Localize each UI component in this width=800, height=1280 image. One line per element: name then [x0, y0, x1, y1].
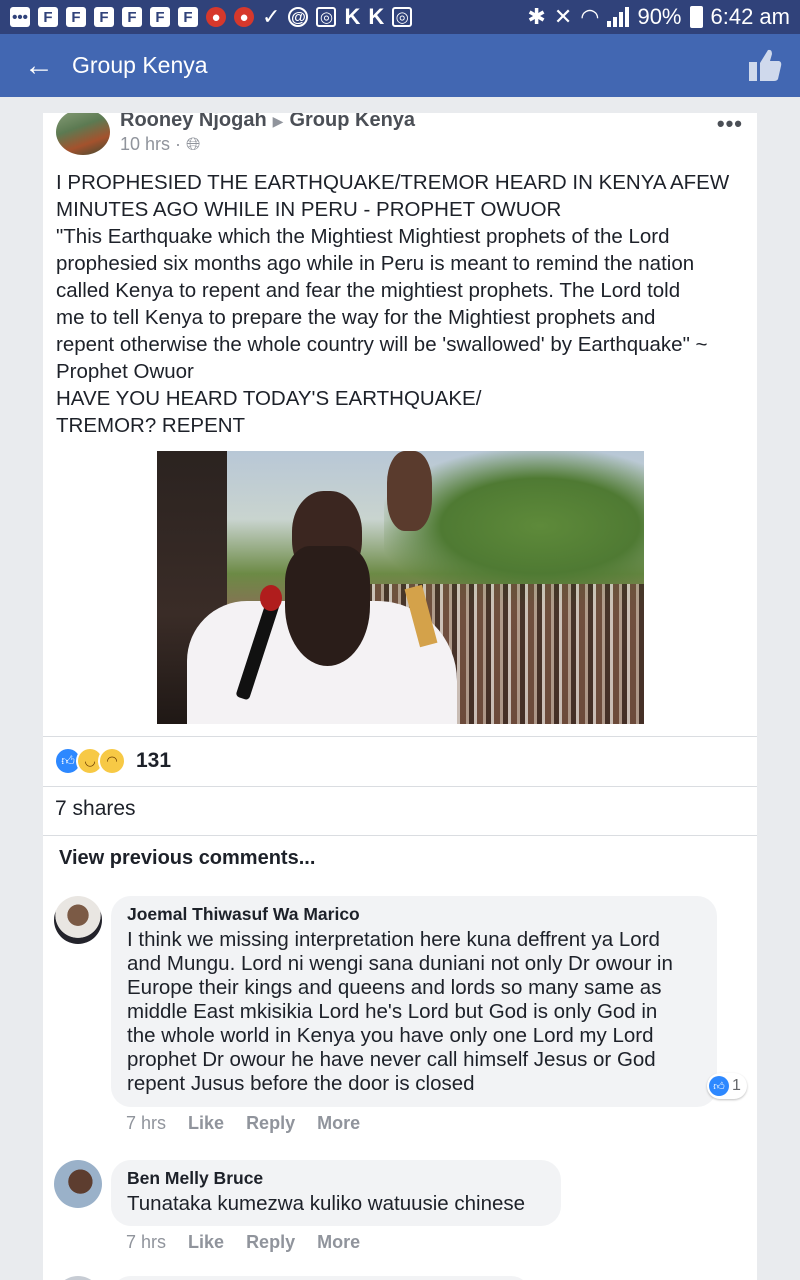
post-line: repent otherwise the whole country will … — [56, 333, 708, 356]
comment-line: the whole world in Kenya you have only o… — [127, 1024, 654, 1047]
triangle-right-icon: ▶ — [272, 113, 284, 129]
post-time[interactable]: 10 hrs · — [120, 134, 186, 154]
status-bar: ••• F F F F F F ● ● ✓ @ ◎ K K ◎ ✱ ✕ ◠ 90… — [0, 0, 800, 34]
comment-bubble: Joemal Thiwasuf Wa Marico I think we mis… — [111, 896, 717, 1107]
sad-reaction-icon: ◠ — [98, 747, 126, 775]
reaction-count: 131 — [136, 749, 172, 772]
comment-time: 7 hrs — [126, 1113, 167, 1133]
like-reaction-icon: 👍︎ — [709, 1076, 729, 1096]
view-previous-comments-link[interactable]: View previous comments... — [59, 847, 315, 870]
comment-line: middle East mkisikia Lord he's Lord but … — [127, 1000, 658, 1023]
page-title: Group Kenya — [72, 52, 208, 78]
photo-microphone-head — [260, 585, 282, 611]
wifi-icon: ◠ — [580, 4, 600, 29]
facebook-icon: F — [66, 7, 86, 27]
comment-time: 7 hrs — [126, 1232, 167, 1252]
group-name[interactable]: Group Kenya — [289, 113, 415, 131]
shares-count[interactable]: 7 shares — [55, 797, 136, 821]
instagram-icon: ◎ — [392, 7, 413, 27]
comment-line: Tunataka kumezwa kuliko watuusie chinese — [127, 1192, 526, 1215]
post-line: prophesied six months ago while in Peru … — [56, 252, 695, 275]
checkmark-icon: ✓ — [262, 4, 281, 29]
comment-actions: 7 hrs Like Reply More — [126, 1113, 360, 1134]
reply-button[interactable]: Reply — [246, 1232, 295, 1253]
avatar[interactable] — [54, 1160, 102, 1208]
post-header: Rooney Njogah ▶ Group Kenya — [120, 113, 415, 132]
app-notification-icon: ● — [234, 7, 254, 27]
at-icon: @ — [288, 7, 309, 27]
k-app-icon: K — [368, 4, 385, 29]
battery-percent: 90% — [637, 4, 682, 29]
avatar[interactable] — [54, 896, 102, 944]
author-name[interactable]: Rooney Njogah — [120, 113, 267, 131]
commenter-name[interactable]: Ben Melly Bruce — [127, 1168, 545, 1189]
post-line: Prophet Owuor — [56, 360, 194, 383]
comment-text: I think we missing interpretation here k… — [127, 928, 701, 1096]
post-line: MINUTES AGO WHILE IN PERU - PROPHET OWUO… — [56, 198, 562, 221]
avatar[interactable] — [56, 113, 110, 155]
post-body: I PROPHESIED THE EARTHQUAKE/TREMOR HEARD… — [56, 169, 746, 439]
divider — [43, 736, 757, 737]
more-button[interactable]: More — [317, 1113, 360, 1134]
comment-text: Tunataka kumezwa kuliko watuusie chinese — [127, 1192, 545, 1216]
comment-line: I think we missing interpretation here k… — [127, 928, 660, 951]
more-options-icon[interactable]: ••• — [717, 113, 743, 137]
post-line: I PROPHESIED THE EARTHQUAKE/TREMOR HEARD… — [56, 171, 730, 194]
thumbs-up-icon[interactable] — [746, 46, 784, 84]
post-line: TREMOR? REPENT — [56, 414, 246, 437]
post-meta: 10 hrs · 🌐︎ — [120, 134, 200, 155]
comment-line: Europe their kings and queens and lords … — [127, 976, 662, 999]
app-notification-icon: ● — [206, 7, 226, 27]
facebook-icon: F — [122, 7, 142, 27]
divider — [43, 835, 757, 836]
comment-like-count: 1 — [732, 1077, 741, 1094]
comment-bubble: Ben Melly Bruce Tunataka kumezwa kuliko … — [111, 1160, 561, 1226]
facebook-icon: F — [94, 7, 114, 27]
globe-icon: 🌐︎ — [186, 134, 201, 154]
comment-line: repent Jusus before the door is closed — [127, 1072, 475, 1095]
notification-icons: ••• F F F F F F ● ● ✓ @ ◎ K K ◎ — [10, 4, 413, 29]
instagram-icon: ◎ — [316, 7, 337, 27]
messages-icon: ••• — [10, 7, 30, 27]
post-line: me to tell Kenya to prepare the way for … — [56, 306, 656, 329]
post-line: called Kenya to repent and fear the migh… — [56, 279, 681, 302]
app-bar: ← Group Kenya — [0, 34, 800, 97]
facebook-icon: F — [38, 7, 58, 27]
avatar[interactable] — [54, 1276, 102, 1280]
comment-bubble — [111, 1276, 531, 1280]
facebook-icon: F — [178, 7, 198, 27]
reaction-summary[interactable]: 👍︎ ◡ ◠ 131 — [54, 747, 171, 775]
system-indicators: ✱ ✕ ◠ 90% 6:42 am — [527, 4, 790, 30]
post-line: HAVE YOU HEARD TODAY'S EARTHQUAKE/ — [56, 387, 482, 410]
mute-icon: ✕ — [553, 4, 573, 29]
facebook-icon: F — [150, 7, 170, 27]
more-button[interactable]: More — [317, 1232, 360, 1253]
comment-like-badge[interactable]: 👍︎ 1 — [707, 1073, 747, 1099]
comment-line: prophet Dr owour he have never call hims… — [127, 1048, 656, 1071]
arrow-left-icon[interactable]: ← — [16, 50, 62, 81]
divider — [43, 786, 757, 787]
k-app-icon: K — [344, 4, 361, 29]
signal-icon — [607, 7, 630, 27]
battery-icon — [689, 6, 703, 28]
bluetooth-icon: ✱ — [527, 4, 546, 29]
post-photo[interactable] — [157, 451, 644, 724]
reply-button[interactable]: Reply — [246, 1113, 295, 1134]
photo-beard — [285, 546, 370, 666]
clock: 6:42 am — [710, 4, 791, 29]
comment-line: and Mungu. Lord ni wengi sana duniani no… — [127, 952, 673, 975]
like-button[interactable]: Like — [188, 1232, 224, 1253]
comment-actions: 7 hrs Like Reply More — [126, 1232, 360, 1253]
photo-raised-hand — [387, 451, 432, 531]
commenter-name[interactable]: Joemal Thiwasuf Wa Marico — [127, 904, 701, 925]
post-card: Rooney Njogah ▶ Group Kenya 10 hrs · 🌐︎ ••… — [43, 113, 757, 1280]
post-line: "This Earthquake which the Mightiest Mig… — [56, 225, 670, 248]
like-button[interactable]: Like — [188, 1113, 224, 1134]
